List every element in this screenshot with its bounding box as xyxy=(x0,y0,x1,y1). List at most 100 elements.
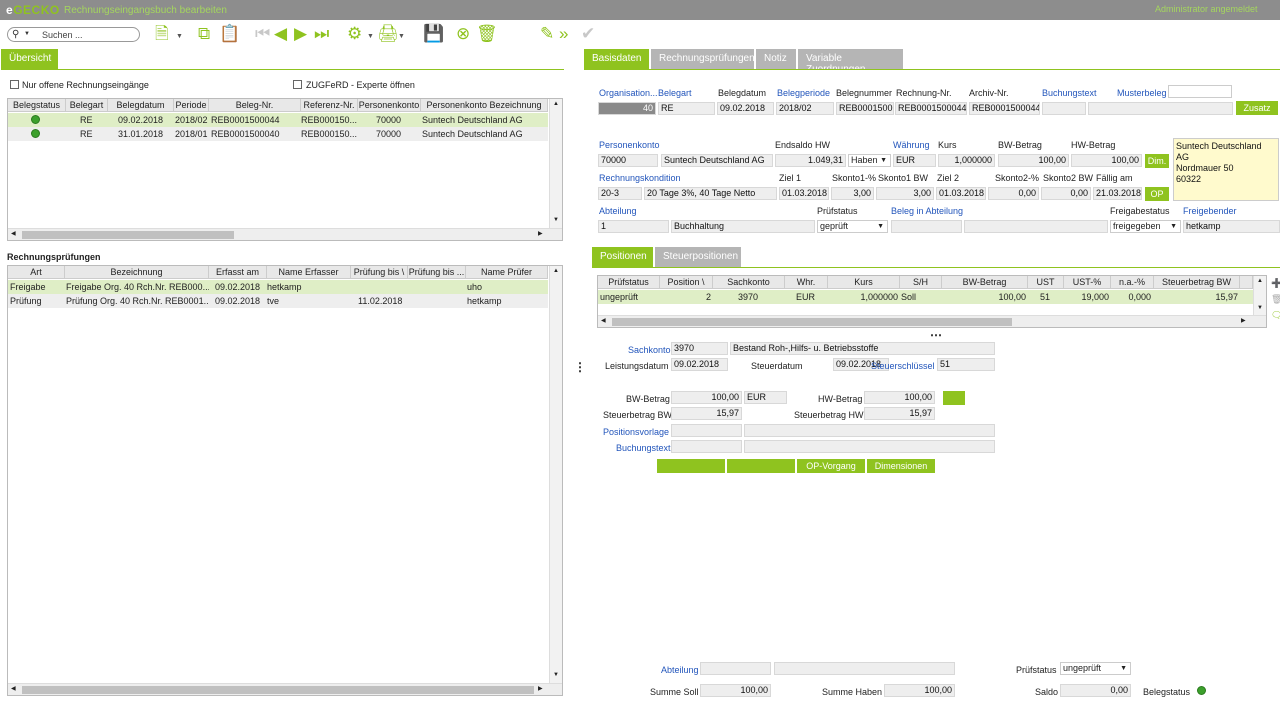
col-art[interactable]: Art xyxy=(8,266,65,279)
label-detail-buchungstext[interactable]: Buchungstext xyxy=(616,443,671,453)
label-personenkonto[interactable]: Personenkonto xyxy=(599,140,660,150)
ziel2-field[interactable]: 01.03.2018 xyxy=(936,187,986,200)
beleg-in-abteilung-field[interactable] xyxy=(891,220,962,233)
copy-icon[interactable]: ⧉ xyxy=(198,25,210,43)
last-record-icon[interactable]: ⏭ xyxy=(314,25,329,43)
scroll-thumb[interactable] xyxy=(22,231,234,239)
tab-basisdaten[interactable]: Basisdaten xyxy=(584,49,650,69)
personenkonto-field[interactable]: 70000 xyxy=(598,154,658,167)
scroll-left-icon[interactable]: ◀ xyxy=(11,230,16,237)
organisation-field[interactable]: 40 xyxy=(598,102,656,115)
buchungstext-field[interactable] xyxy=(1042,102,1086,115)
zusatz-button[interactable]: Zusatz xyxy=(1236,101,1278,115)
col-more[interactable] xyxy=(1240,276,1253,289)
table-row[interactable]: RE 09.02.2018 2018/02 REB0001500044 REB0… xyxy=(8,113,548,127)
label-beleg-in-abteilung[interactable]: Beleg in Abteilung xyxy=(891,206,963,216)
faellig-am-field[interactable]: 21.03.2018 xyxy=(1093,187,1142,200)
detail-hw-betrag-field[interactable]: 100,00 xyxy=(864,391,935,404)
dimensionen-button[interactable]: Dimensionen xyxy=(867,459,935,473)
col-kurs[interactable]: Kurs xyxy=(828,276,900,289)
personenkonto-name-field[interactable]: Suntech Deutschland AG xyxy=(661,154,773,167)
paste-icon[interactable]: 📋 xyxy=(219,25,240,43)
col-na-pct[interactable]: n.a.-% xyxy=(1111,276,1154,289)
scroll-up-icon[interactable]: ▲ xyxy=(553,268,559,274)
scroll-thumb[interactable] xyxy=(612,318,1012,326)
tab-steuerpositionen[interactable]: Steuerpositionen xyxy=(655,247,742,267)
bw-betrag-field[interactable]: 100,00 xyxy=(998,154,1069,167)
label-musterbeleg[interactable]: Musterbeleg xyxy=(1117,88,1167,98)
table-row[interactable]: Prüfung Prüfung Org. 40 Rch.Nr. REB0001.… xyxy=(8,294,548,308)
col-erfasst-am[interactable]: Erfasst am xyxy=(209,266,267,279)
table-row[interactable]: Freigabe Freigabe Org. 40 Rch.Nr. REB000… xyxy=(8,280,548,294)
archivnr-field[interactable]: REB0001500044 xyxy=(969,102,1040,115)
scroll-down-icon[interactable]: ▼ xyxy=(1257,305,1263,311)
col-position[interactable]: Position \ xyxy=(660,276,713,289)
delete-row-icon[interactable]: 🗑 xyxy=(1271,294,1280,305)
op-vorgang-button[interactable]: OP-Vorgang xyxy=(797,459,865,473)
rechnungnr-field[interactable]: REB0001500044 xyxy=(895,102,967,115)
print-icon[interactable]: 🖨 xyxy=(377,25,399,43)
soll-haben-select[interactable]: Haben ▼ xyxy=(848,154,891,167)
footer-pruefstatus-select[interactable]: ungeprüft ▼ xyxy=(1060,662,1131,675)
chevron-down-icon[interactable]: ▼ xyxy=(24,31,30,37)
comment-icon[interactable]: 🗨 xyxy=(1271,310,1280,321)
tab-notiz[interactable]: Notiz xyxy=(756,49,797,69)
col-pruefung-bis-2[interactable]: Prüfung bis ... xyxy=(408,266,466,279)
col-ust[interactable]: UST xyxy=(1028,276,1064,289)
scroll-up-icon[interactable]: ▲ xyxy=(553,101,559,107)
label-abteilung[interactable]: Abteilung xyxy=(599,206,637,216)
steuerschluessel-field[interactable]: 51 xyxy=(937,358,995,371)
abteilung-field[interactable]: 1 xyxy=(598,220,669,233)
col-name-pruefer[interactable]: Name Prüfer xyxy=(466,266,548,279)
sachkonto-name-field[interactable]: Bestand Roh-,Hilfs- u. Betriebsstoffe xyxy=(730,342,995,355)
scroll-right-icon[interactable]: ▶ xyxy=(538,685,543,692)
previous-record-icon[interactable]: ◀ xyxy=(274,25,287,43)
vertical-splitter-handle[interactable]: ⋮ xyxy=(574,361,586,373)
col-pruefung-bis-1[interactable]: Prüfung bis \ xyxy=(351,266,408,279)
endsaldo-field[interactable]: 1.049,31 xyxy=(775,154,846,167)
label-buchungstext[interactable]: Buchungstext xyxy=(1042,88,1097,98)
scroll-left-icon[interactable]: ◀ xyxy=(11,685,16,692)
col-belegart[interactable]: Belegart xyxy=(66,99,108,112)
settings-gear-icon[interactable]: ⚙ xyxy=(347,25,362,43)
beleg-in-abteilung-name-field[interactable] xyxy=(964,220,1108,233)
horizontal-splitter-handle[interactable]: ⋯ xyxy=(930,328,942,342)
label-belegart[interactable]: Belegart xyxy=(658,88,692,98)
label-steuerschluessel[interactable]: Steuerschlüssel xyxy=(871,361,935,371)
table-row[interactable]: RE 31.01.2018 2018/01 REB0001500040 REB0… xyxy=(8,127,548,141)
chevron-down-icon[interactable]: ▼ xyxy=(398,33,405,40)
ziel1-field[interactable]: 01.03.2018 xyxy=(779,187,829,200)
skonto1-bw-field[interactable]: 3,00 xyxy=(876,187,934,200)
col-periode[interactable]: Periode xyxy=(174,99,209,112)
add-row-icon[interactable]: ➕ xyxy=(1271,278,1280,289)
chevron-down-icon[interactable]: ▼ xyxy=(367,33,374,40)
rechnungskondition-text-field[interactable]: 20 Tage 3%, 40 Tage Netto xyxy=(644,187,777,200)
positionsvorlage-name-field[interactable] xyxy=(744,424,995,437)
skonto2-bw-field[interactable]: 0,00 xyxy=(1041,187,1091,200)
footer-abteilung-field[interactable] xyxy=(700,662,771,675)
belegart-field[interactable]: RE xyxy=(658,102,715,115)
footer-abteilung-name-field[interactable] xyxy=(774,662,955,675)
delete-trash-icon[interactable]: 🗑 xyxy=(476,25,498,43)
scroll-thumb[interactable] xyxy=(22,686,534,694)
tab-variable-zuordnungen[interactable]: Variable Zuordnungen xyxy=(798,49,904,75)
detail-buchungstext-field-2[interactable] xyxy=(744,440,995,453)
steuerbetrag-hw-field[interactable]: 15,97 xyxy=(864,407,935,420)
vertical-scrollbar[interactable]: ▲ ▼ xyxy=(549,99,562,228)
label-rechnungskondition[interactable]: Rechnungskondition xyxy=(599,173,681,183)
label-waehrung[interactable]: Währung xyxy=(893,140,930,150)
horizontal-scrollbar[interactable]: ◀ ▶ xyxy=(8,228,562,240)
open-invoices-checkbox[interactable] xyxy=(10,80,19,89)
positionsvorlage-field[interactable] xyxy=(671,424,742,437)
new-document-icon[interactable]: 🗎 xyxy=(155,25,169,43)
vertical-scrollbar[interactable]: ▲ ▼ xyxy=(549,266,562,683)
col-referenznr[interactable]: Referenz-Nr. xyxy=(301,99,358,112)
col-personenkonto[interactable]: Personenkonto xyxy=(358,99,421,112)
scroll-right-icon[interactable]: ▶ xyxy=(538,230,543,237)
col-whr[interactable]: Whr. xyxy=(785,276,828,289)
action-button-1[interactable] xyxy=(657,459,725,473)
col-bezeichnung[interactable]: Bezeichnung xyxy=(65,266,209,279)
search-box[interactable]: ⚲ ▼ Suchen ... xyxy=(7,27,140,42)
tab-rechnungspruefungen[interactable]: Rechnungsprüfungen xyxy=(651,49,755,69)
horizontal-scrollbar[interactable]: ◀ ▶ xyxy=(598,315,1266,327)
